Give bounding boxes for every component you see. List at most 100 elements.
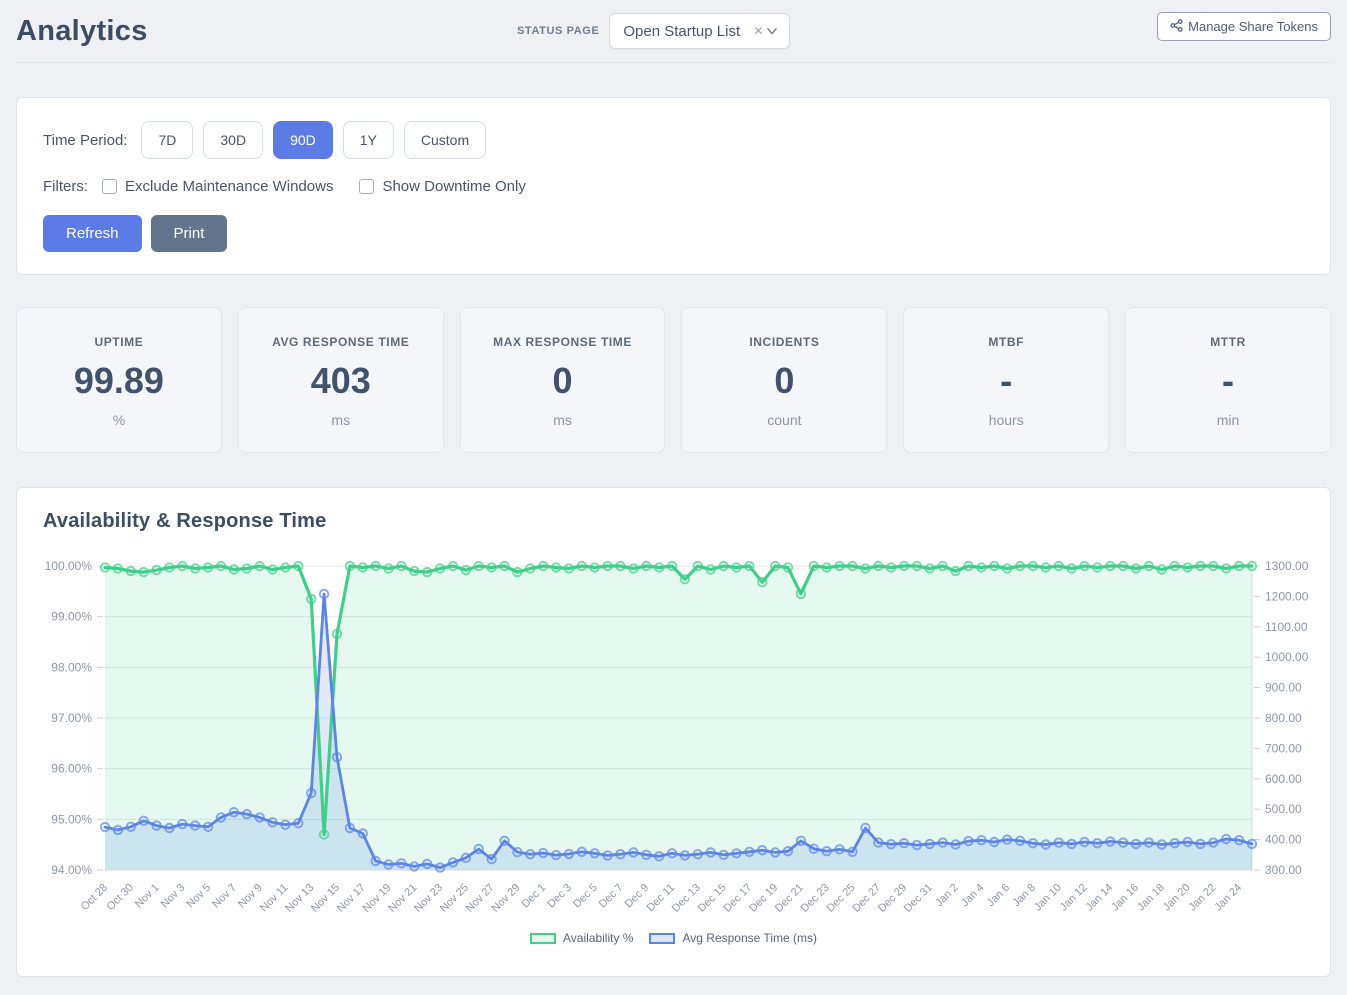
legend-item-availability[interactable]: Availability % — [530, 931, 633, 945]
svg-text:Jan 16: Jan 16 — [1109, 882, 1141, 914]
metric-label: INCIDENTS — [682, 335, 886, 349]
chart-area: 100.00% 99.00% 98.00% 97.00% 96.00% 95.00% 94.… — [43, 544, 1304, 929]
svg-text:600.00: 600.00 — [1265, 772, 1302, 786]
svg-text:Nov 29: Nov 29 — [489, 882, 522, 915]
metric-label: UPTIME — [17, 335, 221, 349]
metric-value: 0 — [682, 361, 886, 401]
metrics-row: UPTIME99.89%AVG RESPONSE TIME403msMAX RE… — [16, 307, 1331, 453]
metric-unit: ms — [239, 412, 443, 428]
metric-label: MTTR — [1126, 335, 1330, 349]
svg-text:Nov 3: Nov 3 — [159, 882, 188, 911]
svg-text:95.00%: 95.00% — [51, 812, 92, 826]
metric-label: AVG RESPONSE TIME — [239, 335, 443, 349]
chart-panel: Availability & Response Time 100.00% 99.0… — [16, 487, 1331, 977]
svg-text:Dec 31: Dec 31 — [902, 882, 935, 915]
chevron-down-icon[interactable] — [765, 24, 779, 38]
svg-text:800.00: 800.00 — [1265, 711, 1302, 725]
metric-unit: count — [682, 412, 886, 428]
metric-unit: ms — [461, 412, 665, 428]
header-divider — [14, 62, 1333, 63]
status-page-selected-value: Open Startup List — [623, 23, 751, 40]
filter-checkboxes: Exclude Maintenance Windows Show Downtime… — [102, 178, 552, 195]
refresh-button[interactable]: Refresh — [43, 215, 142, 252]
svg-text:Oct 30: Oct 30 — [104, 882, 135, 913]
svg-text:Nov 7: Nov 7 — [210, 882, 239, 911]
filter-panel: Time Period: 7D30D90D1YCustom Filters: E… — [16, 97, 1331, 275]
time-period-button-90d[interactable]: 90D — [273, 121, 333, 159]
time-period-button-1y[interactable]: 1Y — [343, 121, 394, 159]
filter-checkbox-1[interactable]: Show Downtime Only — [359, 178, 525, 195]
svg-text:Jan 18: Jan 18 — [1135, 882, 1167, 914]
metric-unit: % — [17, 412, 221, 428]
metric-value: 403 — [239, 361, 443, 401]
time-period-buttons: 7D 30D 90D 1Y Custom — [141, 121, 486, 159]
legend-label: Availability % — [563, 931, 633, 945]
checkbox-icon[interactable] — [359, 179, 374, 194]
time-period-button-custom[interactable]: Custom — [404, 121, 486, 159]
svg-text:Dec 3: Dec 3 — [545, 882, 574, 911]
svg-text:700.00: 700.00 — [1265, 741, 1302, 755]
share-icon — [1170, 19, 1183, 35]
filter-checkbox-0[interactable]: Exclude Maintenance Windows — [102, 178, 333, 195]
manage-share-tokens-button[interactable]: Manage Share Tokens — [1157, 12, 1331, 41]
metric-card-avg-response-time: AVG RESPONSE TIME 403 ms — [238, 307, 444, 453]
metric-card-mtbf: MTBF - hours — [903, 307, 1109, 453]
header: Analytics STATUS PAGE Open Startup List … — [0, 0, 1347, 62]
svg-text:96.00%: 96.00% — [51, 762, 92, 776]
manage-share-tokens-label: Manage Share Tokens — [1188, 19, 1318, 34]
metric-label: MAX RESPONSE TIME — [461, 335, 665, 349]
svg-text:Jan 14: Jan 14 — [1084, 882, 1116, 914]
svg-text:Dec 7: Dec 7 — [597, 882, 626, 911]
svg-text:Jan 6: Jan 6 — [985, 882, 1013, 910]
svg-text:Jan 10: Jan 10 — [1032, 882, 1064, 914]
svg-text:Dec 1: Dec 1 — [519, 882, 548, 911]
metric-card-mttr: MTTR - min — [1125, 307, 1331, 453]
svg-text:Jan 4: Jan 4 — [959, 882, 987, 910]
svg-text:1300.00: 1300.00 — [1265, 559, 1308, 573]
metric-unit: min — [1126, 412, 1330, 428]
page-title: Analytics — [16, 15, 148, 48]
metric-value: - — [1126, 361, 1330, 401]
svg-text:300.00: 300.00 — [1265, 863, 1302, 877]
checkbox-icon[interactable] — [102, 179, 117, 194]
svg-text:1000.00: 1000.00 — [1265, 650, 1308, 664]
svg-text:99.00%: 99.00% — [51, 610, 92, 624]
legend-item-response-time[interactable]: Avg Response Time (ms) — [649, 931, 817, 945]
metric-value: 99.89 — [17, 361, 221, 401]
metric-card-uptime: UPTIME 99.89% — [16, 307, 222, 453]
svg-text:Jan 2: Jan 2 — [933, 882, 961, 910]
svg-text:97.00%: 97.00% — [51, 711, 92, 725]
svg-text:Jan 12: Jan 12 — [1058, 882, 1090, 914]
svg-text:400.00: 400.00 — [1265, 833, 1302, 847]
chart-legend: Availability % Avg Response Time (ms) — [43, 931, 1304, 945]
availability-chart-svg: 100.00% 99.00% 98.00% 97.00% 96.00% 95.00% 94.… — [43, 544, 1308, 929]
chart-title: Availability & Response Time — [43, 510, 1304, 533]
metric-value: 0 — [461, 361, 665, 401]
svg-text:1100.00: 1100.00 — [1265, 620, 1308, 634]
time-period-button-7d[interactable]: 7D — [141, 121, 193, 159]
filters-label: Filters: — [43, 178, 88, 195]
svg-text:Nov 1: Nov 1 — [133, 882, 162, 911]
svg-text:Dec 5: Dec 5 — [571, 882, 600, 911]
legend-label: Avg Response Time (ms) — [682, 931, 817, 945]
status-page-select[interactable]: Open Startup List ✕ — [609, 13, 790, 49]
svg-text:900.00: 900.00 — [1265, 681, 1302, 695]
metric-unit: hours — [904, 412, 1108, 428]
svg-text:94.00%: 94.00% — [51, 863, 92, 877]
time-period-button-30d[interactable]: 30D — [203, 121, 263, 159]
svg-text:Jan 22: Jan 22 — [1187, 882, 1219, 914]
clear-selection-icon[interactable]: ✕ — [751, 24, 765, 38]
svg-text:Jan 20: Jan 20 — [1161, 882, 1193, 914]
svg-text:Oct 28: Oct 28 — [79, 882, 110, 913]
metric-card-incidents: INCIDENTS 0 count — [681, 307, 887, 453]
metric-label: MTBF — [904, 335, 1108, 349]
svg-text:98.00%: 98.00% — [51, 660, 92, 674]
print-button[interactable]: Print — [151, 215, 228, 252]
svg-text:Nov 5: Nov 5 — [184, 882, 213, 911]
metric-value: - — [904, 361, 1108, 401]
svg-text:100.00%: 100.00% — [45, 559, 93, 573]
legend-swatch — [530, 933, 556, 944]
checkbox-label: Exclude Maintenance Windows — [125, 178, 333, 195]
metric-card-max-response-time: MAX RESPONSE TIME 0 ms — [460, 307, 666, 453]
svg-text:1200.00: 1200.00 — [1265, 589, 1308, 603]
